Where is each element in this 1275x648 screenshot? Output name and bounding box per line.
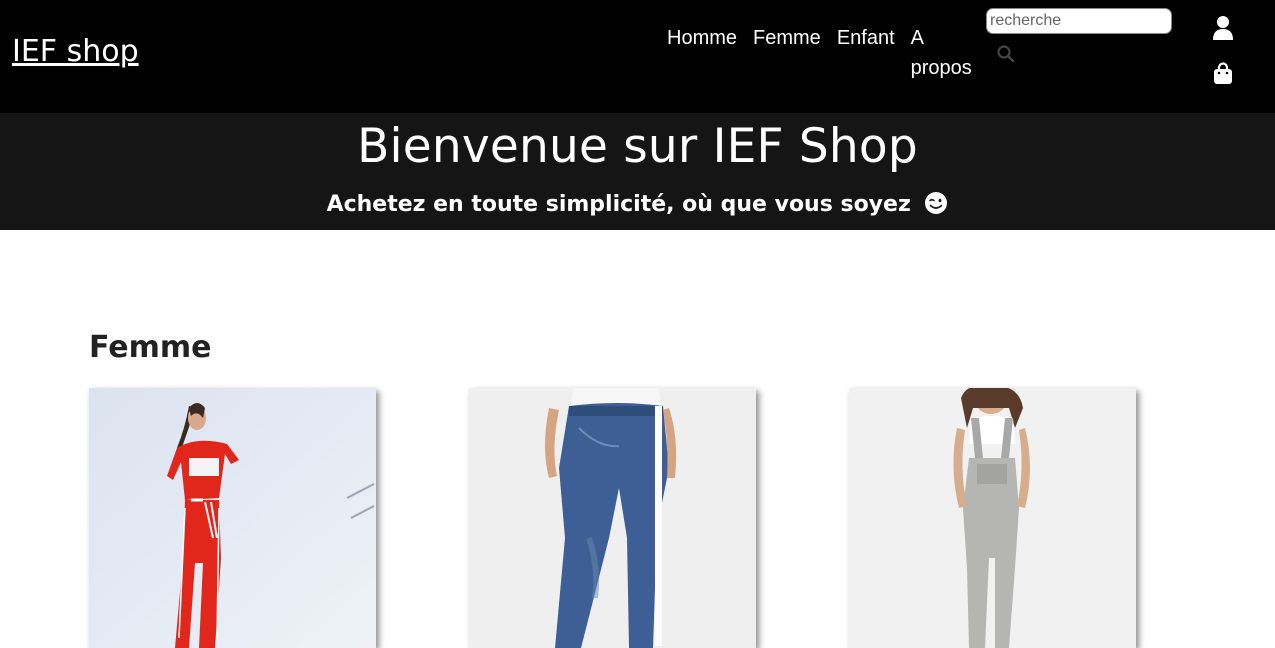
hero-title: Bienvenue sur IEF Shop — [357, 119, 918, 174]
search-input[interactable] — [986, 8, 1172, 34]
shopping-bag-icon[interactable] — [1212, 62, 1234, 86]
search-icon[interactable] — [996, 44, 1016, 64]
nav-link-enfant[interactable]: Enfant — [837, 23, 895, 83]
main-nav: Homme Femme Enfant A propos — [667, 23, 977, 83]
hero-subtitle-text: Achetez en toute simplicité, où que vous… — [326, 192, 911, 217]
product-card-red-tracksuit[interactable] — [89, 388, 376, 648]
woman-red-tracksuit-photo — [89, 388, 376, 648]
brand-logo-link[interactable]: IEF shop — [12, 34, 139, 69]
product-card-grey-overalls[interactable] — [849, 388, 1136, 648]
top-navbar: IEF shop Homme Femme Enfant A propos — [0, 0, 1275, 113]
user-icon[interactable] — [1212, 15, 1234, 41]
nav-link-homme[interactable]: Homme — [667, 23, 737, 83]
section-title-femme: Femme — [89, 330, 212, 365]
nav-link-a-propos[interactable]: A propos — [911, 23, 977, 83]
product-card-blue-jeans[interactable] — [469, 388, 756, 648]
hero-subtitle: Achetez en toute simplicité, où que vous… — [0, 191, 1275, 217]
winking-face-emoji-icon — [924, 191, 948, 215]
nav-link-femme[interactable]: Femme — [753, 23, 821, 83]
woman-grey-overalls-photo — [849, 388, 1136, 648]
hero-banner: Bienvenue sur IEF Shop Achetez en toute … — [0, 113, 1275, 230]
woman-blue-jeans-photo — [469, 388, 756, 648]
